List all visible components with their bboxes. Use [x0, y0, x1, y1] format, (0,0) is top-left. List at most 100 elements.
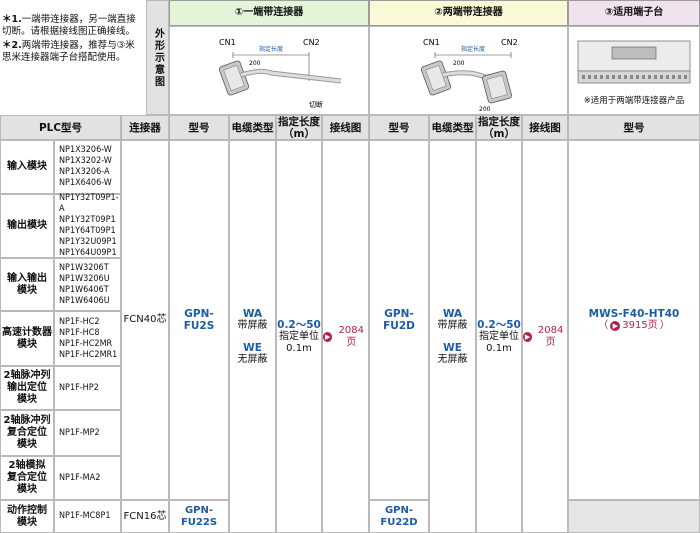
- header-model-terminal: 型号: [568, 115, 700, 140]
- page-arrow-icon: ▶: [523, 331, 533, 342]
- model-row: NP1Y32T09P1-A: [59, 193, 119, 214]
- category-counter: 高速计数器 模块: [0, 311, 54, 366]
- header-cable-two-end: 电缆类型: [429, 115, 476, 140]
- two-end-cable-wa: WA: [442, 307, 463, 320]
- d1-cut-label: 切断: [309, 100, 323, 109]
- header-length-two-end-a: 指定长度: [478, 115, 520, 128]
- model-row: NP1X6406-W: [59, 178, 112, 188]
- one-end-cable-type: WA 带屏蔽 WE 无屏蔽: [229, 140, 276, 533]
- category-counter-l1: 高速计数器: [2, 326, 52, 338]
- two-end-model-last: GPN-FU22D: [369, 500, 429, 533]
- d2-length-label: 指定长度: [461, 45, 485, 53]
- compatibility-table: ＊1.一端带连接器，另一端直接切断。请根据接线图正确接线。 ＊2.两端带连接器，…: [0, 0, 700, 533]
- one-end-length-range: 0.2～50: [277, 318, 321, 331]
- model-row: NP1W3206U: [59, 273, 110, 284]
- category-counter-l2: 模块: [17, 338, 37, 350]
- model-row: NP1F-MP2: [59, 427, 100, 438]
- diagram-one-end: CN1 CN2 指定长度 200 切断: [169, 26, 369, 115]
- models-pulse-composite: NP1F-MP2: [54, 410, 121, 456]
- category-pulse-composite: 2轴脉冲列 复合定位 模块: [0, 410, 54, 456]
- side-label-outline: 外形示意图: [146, 0, 169, 115]
- two-end-length: 0.2～50 指定单位 0.1m: [476, 140, 522, 533]
- section-two-end: ②两端带连接器: [369, 0, 568, 26]
- terminal-model: MWS-F40-HT40 （▶ 3915页）: [568, 140, 700, 500]
- category-analog-composite: 2轴模拟 复合定位 模块: [0, 456, 54, 500]
- model-row: NP1X3202-W: [59, 156, 112, 166]
- one-end-length-unit: 指定单位: [279, 330, 319, 342]
- note-2-mark: ＊2.: [2, 40, 22, 51]
- category-input: 输入模块: [0, 140, 54, 194]
- category-output: 输出模块: [0, 194, 54, 258]
- note-1: ＊1.一端带连接器，另一端直接切断。请根据接线图正确接线。: [2, 14, 142, 38]
- page-arrow-icon: ▶: [323, 331, 333, 342]
- one-end-cable-we: WE: [243, 341, 262, 354]
- models-motion: NP1F-MC8P1: [54, 500, 121, 533]
- category-input-l1: 输入模块: [7, 161, 47, 172]
- model-row: NP1F-MC8P1: [59, 511, 111, 521]
- header-plc: PLC型号: [0, 115, 121, 140]
- model-row: NP1Y64T09P1: [59, 226, 116, 236]
- d1-cn2-label: CN2: [303, 38, 320, 47]
- d2-cn1-label: CN1: [423, 38, 440, 47]
- d2-dim1-label: 200: [453, 60, 465, 67]
- terminal-block-diagram: [577, 40, 691, 83]
- category-motion-l2: 模块: [17, 516, 37, 528]
- one-end-cable-wa-desc: 带屏蔽: [237, 319, 268, 331]
- terminal-model-name: MWS-F40-HT40: [588, 308, 680, 320]
- category-pulse-composite-l3: 模块: [17, 439, 37, 450]
- header-wiring-two-end: 接线图: [522, 115, 568, 140]
- two-end-length-step: 0.1m: [486, 342, 512, 354]
- model-row: NP1F-HC2MR1: [59, 349, 118, 360]
- one-end-wiring-link[interactable]: ▶ 2084页: [323, 325, 368, 349]
- model-row: NP1W6406T: [59, 284, 109, 295]
- category-output-l1: 输出模块: [7, 220, 47, 231]
- category-pulse-composite-l2: 复合定位: [7, 427, 47, 438]
- one-end-length: 0.2～50 指定单位 0.1m: [276, 140, 322, 533]
- one-end-wiring: ▶ 2084页: [322, 140, 369, 533]
- category-io-l1: 输入输出: [7, 272, 47, 284]
- one-end-wiring-page: 2084页: [338, 324, 364, 348]
- header-cable-one-end: 电缆类型: [229, 115, 276, 140]
- category-motion-l1: 动作控制: [7, 504, 47, 516]
- category-io-l2: 模块: [17, 284, 37, 296]
- models-output: NP1Y32T09P1-A NP1Y32T09P1 NP1Y64T09P1 NP…: [54, 193, 121, 258]
- two-end-wiring: ▶ 2084页: [522, 140, 568, 533]
- models-counter: NP1F-HC2 NP1F-HC8 NP1F-HC2MR NP1F-HC2MR1: [54, 311, 121, 366]
- model-row: NP1F-HP2: [59, 382, 99, 393]
- model-row: NP1Y32U09P1: [59, 237, 117, 247]
- category-pulse-composite-l1: 2轴脉冲列: [3, 415, 51, 426]
- model-row: NP1F-HC2MR: [59, 338, 113, 349]
- d1-cn1-label: CN1: [219, 38, 236, 47]
- model-row: NP1W6406U: [59, 295, 110, 306]
- models-pulse-output: NP1F-HP2: [54, 366, 121, 410]
- one-end-model-last: GPN-FU22S: [169, 500, 229, 533]
- header-model-one-end: 型号: [169, 115, 229, 140]
- d2-dim2-label: 200: [479, 106, 491, 113]
- header-length-two-end-b: （m）: [483, 127, 515, 140]
- two-end-cable-diagram: CN1 CN2 指定长度 200 200: [420, 38, 518, 113]
- header-model-two-end: 型号: [369, 115, 429, 140]
- terminal-empty: [568, 500, 700, 533]
- header-connector: 连接器: [121, 115, 169, 140]
- one-end-cable-we-desc: 无屏蔽: [237, 353, 268, 365]
- model-row: NP1Y32T09P1: [59, 215, 116, 225]
- two-end-wiring-link[interactable]: ▶ 2084页: [523, 325, 567, 349]
- category-io: 输入输出 模块: [0, 258, 54, 311]
- note-2: ＊2.两端带连接器，推荐与③米思米连接器端子台搭配使用。: [2, 40, 142, 64]
- category-pulse-output-l1: 2轴脉冲列: [3, 370, 51, 381]
- section-terminal: ③适用端子台: [568, 0, 700, 26]
- header-length-two-end: 指定长度 （m）: [476, 115, 522, 140]
- connector-fcn16: FCN16芯: [121, 500, 169, 533]
- category-pulse-output: 2轴脉冲列 输出定位 模块: [0, 366, 54, 410]
- one-end-cable-wa: WA: [242, 307, 263, 320]
- terminal-page-link[interactable]: （▶ 3915页）: [598, 320, 670, 332]
- diagram-two-end: CN1 CN2 指定长度 200 200: [369, 26, 568, 115]
- two-end-model-main: GPN-FU2D: [369, 140, 429, 500]
- section-one-end: ①一端带连接器: [169, 0, 369, 26]
- model-row: NP1F-HC2: [59, 316, 100, 327]
- header-length-one-end-b: （m）: [283, 127, 315, 140]
- model-row: NP1W3206T: [59, 262, 109, 273]
- terminal-page: 3915页: [622, 320, 658, 331]
- two-end-cable-we: WE: [443, 341, 462, 354]
- two-end-length-unit: 指定单位: [479, 330, 519, 342]
